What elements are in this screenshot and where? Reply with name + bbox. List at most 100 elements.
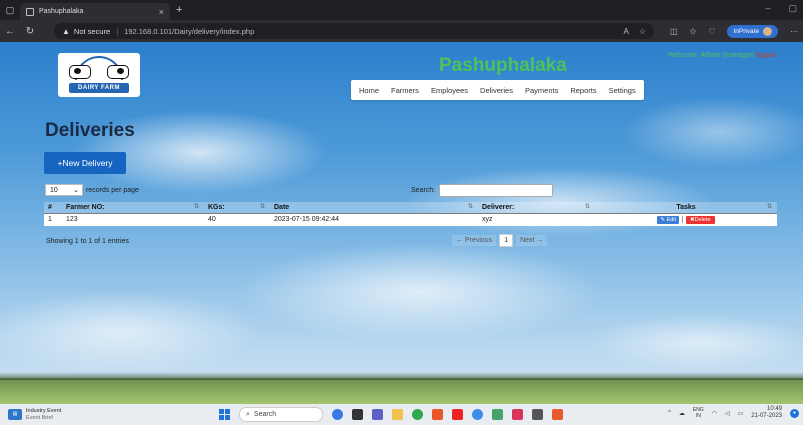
lang-bottom: IN [695,413,701,419]
maximize-icon[interactable]: ▢ [788,3,797,14]
url-separator: | [116,26,119,36]
clock-time: 10:49 [766,406,782,412]
copilot-icon[interactable] [332,409,343,420]
chrome-icon[interactable] [472,409,483,420]
search-input[interactable] [439,184,554,197]
logo-banner: DAIRY FARM [69,83,129,93]
col-header-tasks[interactable]: Tasks ⇅ [595,202,777,214]
inprivate-label: InPrivate [733,27,760,35]
table-header-row: # Farmer NO: ⇅ KGs: ⇅ Date ⇅ Deliverer: ⇅ Ta… [44,202,777,214]
system-tray: ^ ☁ ENG IN ◠ ◁ ▭ 10:49 21-07-2023 ● [668,406,799,420]
edit-label: Edit [666,216,677,223]
url-text: 192.168.0.101/Dairy/delivery/index.php [124,26,255,36]
taskbar: ▤ Industry Event Event Brief ⌕ Search ^ … [0,404,803,425]
new-delivery-button[interactable]: +New Delivery [44,152,126,174]
col-header-date[interactable]: Date ⇅ [270,202,478,214]
task-view-icon[interactable] [352,409,363,420]
favorites-icon[interactable]: ✩ [690,27,697,36]
browser-titlebar: ▢ Pashuphalaka × + – ▢ [0,0,803,20]
deliveries-table: # Farmer NO: ⇅ KGs: ⇅ Date ⇅ Deliverer: ⇅ Ta… [44,202,777,226]
task-divider [682,216,684,224]
youtube-icon[interactable] [452,409,463,420]
page-1-button[interactable]: 1 [499,234,514,247]
minimize-icon[interactable]: – [765,3,770,14]
edge-icon[interactable] [412,409,423,420]
nav-farmers[interactable]: Farmers [391,86,419,95]
records-per-page-select[interactable]: 10 ⌄ [45,184,83,196]
nav-home[interactable]: Home [359,86,379,95]
onedrive-icon[interactable]: ☁ [679,410,685,417]
records-per-page-value: 10 [50,186,58,194]
col-header-kgs[interactable]: KGs: ⇅ [204,202,270,214]
clock[interactable]: 10:49 21-07-2023 [751,406,782,420]
refresh-icon[interactable]: ↻ [20,26,40,37]
chevron-up-icon[interactable]: ^ [668,410,671,416]
next-page-button[interactable]: Next → [516,235,548,246]
notification-icon[interactable]: ● [790,408,799,418]
read-aloud-icon[interactable]: A [623,27,628,36]
favorite-star-icon[interactable]: ☆ [639,27,646,36]
cell-date: 2023-07-15 09:42:44 [270,213,478,226]
more-menu-icon[interactable]: ⋯ [790,27,798,36]
taskbar-search[interactable]: ⌕ Search [239,407,323,422]
nav-deliveries[interactable]: Deliveries [480,86,513,95]
edit-button[interactable]: ✎ Edit [657,215,680,224]
tab-title: Pashuphalaka [39,8,84,15]
window-controls: – ▢ [765,3,797,14]
table-search: Search: [411,184,554,197]
cell-farmer-no: 123 [62,213,204,226]
news-icon: ▤ [8,409,22,420]
warning-triangle-icon: ▲ [62,26,70,36]
back-arrow-icon[interactable]: ← [0,26,20,37]
url-field[interactable]: ▲ Not secure | 192.168.0.101/Dairy/deliv… [54,23,654,39]
browser-tab[interactable]: Pashuphalaka × [20,3,170,20]
profile-avatar [763,26,773,36]
page-viewport: DAIRY FARM Pashuphalaka Welcome, Admin (… [0,42,803,404]
nav-payments[interactable]: Payments [525,86,558,95]
office-icon[interactable] [432,409,443,420]
store-icon[interactable] [512,409,523,420]
collections-icon[interactable]: ♡ [708,27,715,36]
security-label: Not secure [73,26,111,36]
page-title: Deliveries [45,120,135,141]
teams-icon[interactable] [372,409,383,420]
new-tab-button[interactable]: + [176,4,182,16]
dairy-logo[interactable]: DAIRY FARM [58,53,140,97]
language-indicator[interactable]: ENG IN [693,407,704,419]
news-widget[interactable]: ▤ Industry Event Event Brief [8,408,138,421]
logout-link[interactable]: logout [757,52,776,59]
file-explorer-icon[interactable] [392,409,403,420]
app-icon[interactable] [552,409,563,420]
search-label: Search: [411,187,436,194]
col-header-num[interactable]: # [44,202,62,214]
terminal-icon[interactable] [532,409,543,420]
nav-reports[interactable]: Reports [570,86,596,95]
records-per-page-label: records per page [86,186,139,194]
photos-icon[interactable] [492,409,503,420]
delete-label: Delete [694,216,711,223]
volume-icon[interactable]: ◁ [725,410,730,417]
nav-settings[interactable]: Settings [609,86,636,95]
prev-page-button[interactable]: ← Previous [452,235,497,246]
table-row: 1 123 40 2023-07-15 09:42:44 xyz ✎ Edit ✖… [44,213,777,226]
taskbar-search-placeholder: Search [253,411,277,418]
main-navbar: Home Farmers Employees Deliveries Paymen… [351,80,644,100]
col-header-farmer[interactable]: Farmer NO: ⇅ [62,202,204,214]
browser-toolbar: ◫ ✩ ♡ InPrivate ⋯ [670,24,798,38]
battery-icon[interactable]: ▭ [738,410,744,417]
nav-employees[interactable]: Employees [431,86,468,95]
windows-start-icon[interactable] [219,409,230,420]
split-screen-icon[interactable]: ◫ [670,27,678,36]
user-greeting: Welcome, Admin (manager) logout [668,52,776,59]
delete-button[interactable]: ✖Delete [686,215,715,224]
sort-icon: ⇅ [766,204,772,210]
inprivate-badge[interactable]: InPrivate [727,24,779,38]
window-menu-icon[interactable]: ▢ [0,0,20,20]
cell-num: 1 [44,213,62,226]
chevron-down-icon: ⌄ [73,187,79,194]
wifi-icon[interactable]: ◠ [712,410,717,417]
tab-close-icon[interactable]: × [159,7,164,17]
col-header-deliverer[interactable]: Deliverer: ⇅ [478,202,595,214]
user-greeting-text: Welcome, Admin (manager) [668,52,755,59]
landscape-ground [0,372,803,404]
